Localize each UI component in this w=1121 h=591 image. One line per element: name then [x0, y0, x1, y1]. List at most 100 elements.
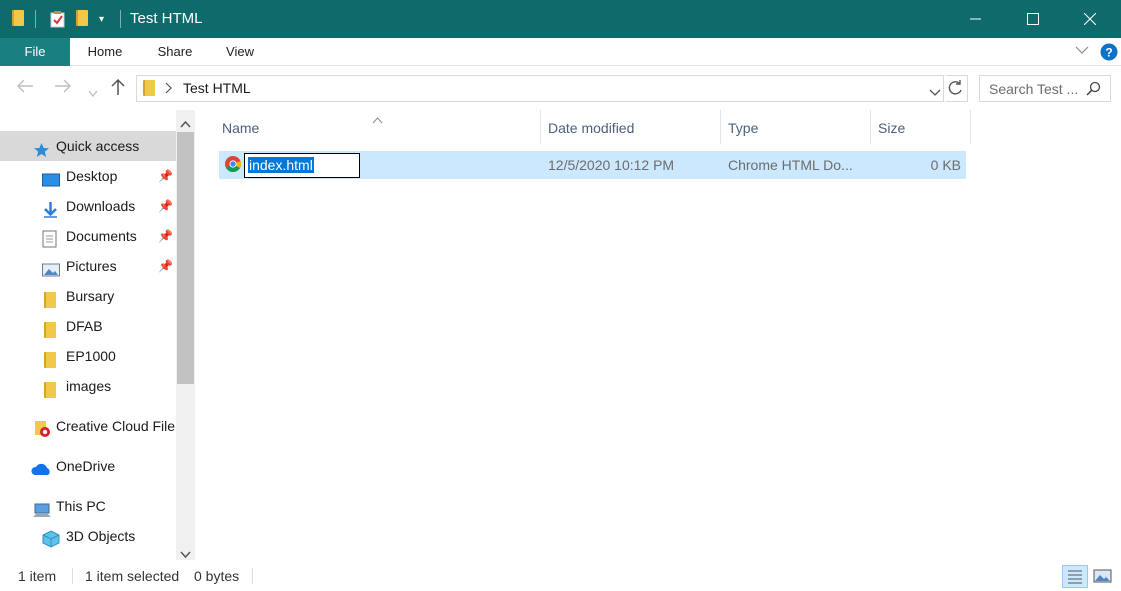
file-list: Name Date modified Type Size index.html … [196, 110, 1121, 560]
star-icon [33, 138, 50, 157]
forward-icon[interactable] [54, 78, 72, 99]
properties-icon[interactable] [50, 10, 66, 28]
search-icon[interactable] [1086, 81, 1101, 99]
nav-item-downloads[interactable]: Downloads 📌 [0, 191, 176, 221]
address-bar[interactable]: Test HTML [136, 75, 944, 102]
tab-share[interactable]: Share [146, 38, 204, 66]
selection-count: 1 item selected [85, 568, 180, 584]
scrollbar[interactable] [176, 110, 195, 560]
maximize-icon [1027, 13, 1039, 25]
recent-locations-icon[interactable] [88, 82, 98, 103]
navigation-pane: Quick access Desktop 📌 Downloads 📌 Docum… [0, 110, 196, 560]
divider [870, 110, 871, 144]
column-header-size[interactable]: Size [878, 118, 905, 146]
pin-icon: 📌 [158, 169, 173, 183]
chevron-right-icon[interactable] [165, 81, 173, 97]
column-header-type[interactable]: Type [728, 118, 758, 146]
new-folder-icon[interactable] [76, 10, 92, 28]
address-row: Test HTML Search Test ... [0, 66, 1121, 110]
customize-qat-icon[interactable]: ▾ [99, 14, 115, 32]
pin-icon: 📌 [158, 229, 173, 243]
pin-icon: 📌 [158, 199, 173, 213]
help-icon[interactable]: ? [1100, 43, 1118, 64]
large-icons-view-icon [1093, 569, 1112, 583]
back-icon[interactable] [16, 78, 34, 99]
divider [540, 110, 541, 144]
folder-icon [12, 10, 28, 28]
nav-label: Bursary [66, 288, 115, 304]
item-count: 1 item [18, 568, 57, 584]
close-icon [1084, 13, 1096, 25]
tab-view[interactable]: View [212, 38, 268, 66]
file-size: 0 KB [930, 157, 961, 173]
refresh-button[interactable] [946, 75, 968, 102]
nav-label: images [66, 378, 112, 394]
up-icon[interactable] [110, 78, 126, 101]
minimize-icon [970, 18, 981, 20]
document-icon [42, 228, 59, 248]
nav-item-pictures[interactable]: Pictures 📌 [0, 251, 176, 281]
nav-label: DFAB [66, 318, 103, 334]
creative-cloud-icon [34, 418, 51, 437]
maximize-button[interactable] [1005, 0, 1061, 38]
ribbon: File Home Share View ? [0, 38, 1121, 66]
svg-text:?: ? [1105, 46, 1112, 60]
divider [120, 10, 121, 28]
nav-label: Desktop [66, 168, 118, 184]
status-bar: 1 item 1 item selected 0 bytes [0, 560, 1121, 591]
sort-ascending-icon [372, 111, 383, 127]
breadcrumb[interactable]: Test HTML [183, 80, 251, 96]
nav-label: Pictures [66, 258, 117, 274]
nav-item-desktop[interactable]: Desktop 📌 [0, 161, 176, 191]
close-button[interactable] [1062, 0, 1118, 38]
folder-icon [44, 348, 61, 368]
search-input[interactable]: Search Test ... [989, 81, 1078, 97]
pictures-icon [42, 258, 60, 277]
file-name[interactable]: index.html [248, 157, 314, 173]
nav-label: Creative Cloud File [56, 418, 176, 434]
rename-field[interactable]: index.html [244, 153, 360, 178]
nav-item-onedrive[interactable]: OneDrive [0, 451, 176, 481]
nav-label: Downloads [66, 198, 136, 214]
nav-label: 3D Objects [66, 528, 136, 544]
scroll-up-icon[interactable] [180, 115, 191, 131]
nav-item-documents[interactable]: Documents 📌 [0, 221, 176, 251]
folder-icon [44, 378, 61, 398]
large-icons-view-button[interactable] [1090, 565, 1116, 588]
column-header-name[interactable]: Name [222, 118, 259, 146]
download-icon [42, 198, 59, 218]
scroll-thumb[interactable] [177, 132, 194, 384]
cloud-icon [31, 458, 50, 475]
tab-home[interactable]: Home [76, 38, 134, 66]
tab-file[interactable]: File [0, 38, 70, 66]
nav-item-dfab[interactable]: DFAB [0, 311, 176, 341]
title-bar: ▾ Test HTML [0, 0, 1121, 38]
nav-label: OneDrive [56, 458, 116, 474]
nav-label: Documents [66, 228, 137, 244]
nav-item-ep1000[interactable]: EP1000 [0, 341, 176, 371]
nav-item-this-pc[interactable]: This PC [0, 491, 176, 521]
nav-item-creative-cloud[interactable]: Creative Cloud File [0, 411, 176, 441]
divider [72, 568, 73, 584]
minimize-button[interactable] [948, 0, 1004, 38]
selection-size: 0 bytes [194, 568, 240, 584]
search-box[interactable]: Search Test ... [979, 75, 1111, 102]
refresh-icon [948, 80, 962, 95]
file-date: 12/5/2020 10:12 PM [548, 157, 675, 173]
nav-item-3d-objects[interactable]: 3D Objects [0, 521, 176, 551]
nav-item-bursary[interactable]: Bursary [0, 281, 176, 311]
chevron-down-icon[interactable] [929, 84, 941, 100]
folder-icon [44, 318, 61, 338]
details-view-icon [1068, 570, 1082, 584]
column-header-date[interactable]: Date modified [548, 118, 634, 146]
details-view-button[interactable] [1062, 565, 1088, 588]
scroll-down-icon[interactable] [180, 546, 191, 560]
pin-icon: 📌 [158, 259, 173, 273]
nav-item-quick-access[interactable]: Quick access [0, 131, 176, 161]
expand-ribbon-icon[interactable] [1075, 43, 1089, 59]
folder-icon [143, 80, 155, 99]
table-row[interactable]: index.html 12/5/2020 10:12 PM Chrome HTM… [219, 151, 966, 179]
nav-item-images[interactable]: images [0, 371, 176, 401]
cube-icon [42, 528, 60, 548]
chrome-icon [224, 155, 242, 176]
